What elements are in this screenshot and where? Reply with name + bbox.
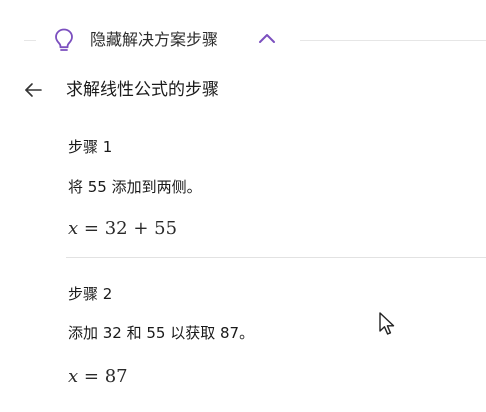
divider-left: [24, 40, 36, 41]
page-title: 求解线性公式的步骤: [66, 80, 219, 100]
step-2-title: 步骤 2: [68, 285, 113, 303]
step-divider: [66, 257, 486, 258]
step-1-title: 步骤 1: [68, 138, 113, 156]
lightbulb-icon: [55, 28, 73, 51]
solution-toggle-bar[interactable]: 隐藏解决方案步骤: [0, 20, 486, 60]
chevron-up-icon[interactable]: [258, 32, 276, 44]
equation-rhs: = 32 + 55: [83, 218, 178, 239]
step-2-description: 添加 32 和 55 以获取 87。: [68, 324, 255, 342]
divider-right: [300, 40, 486, 41]
equation-variable: x: [68, 366, 79, 387]
back-arrow-icon[interactable]: [24, 82, 42, 98]
step-1-description: 将 55 添加到两侧。: [68, 178, 202, 196]
equation-rhs: = 87: [83, 366, 128, 387]
step-2-equation: x = 87: [68, 365, 128, 389]
step-1-equation: x = 32 + 55: [68, 217, 177, 241]
equation-variable: x: [68, 218, 79, 239]
mouse-pointer-icon: [379, 312, 395, 335]
toggle-solution-steps-label[interactable]: 隐藏解决方案步骤: [90, 29, 218, 51]
